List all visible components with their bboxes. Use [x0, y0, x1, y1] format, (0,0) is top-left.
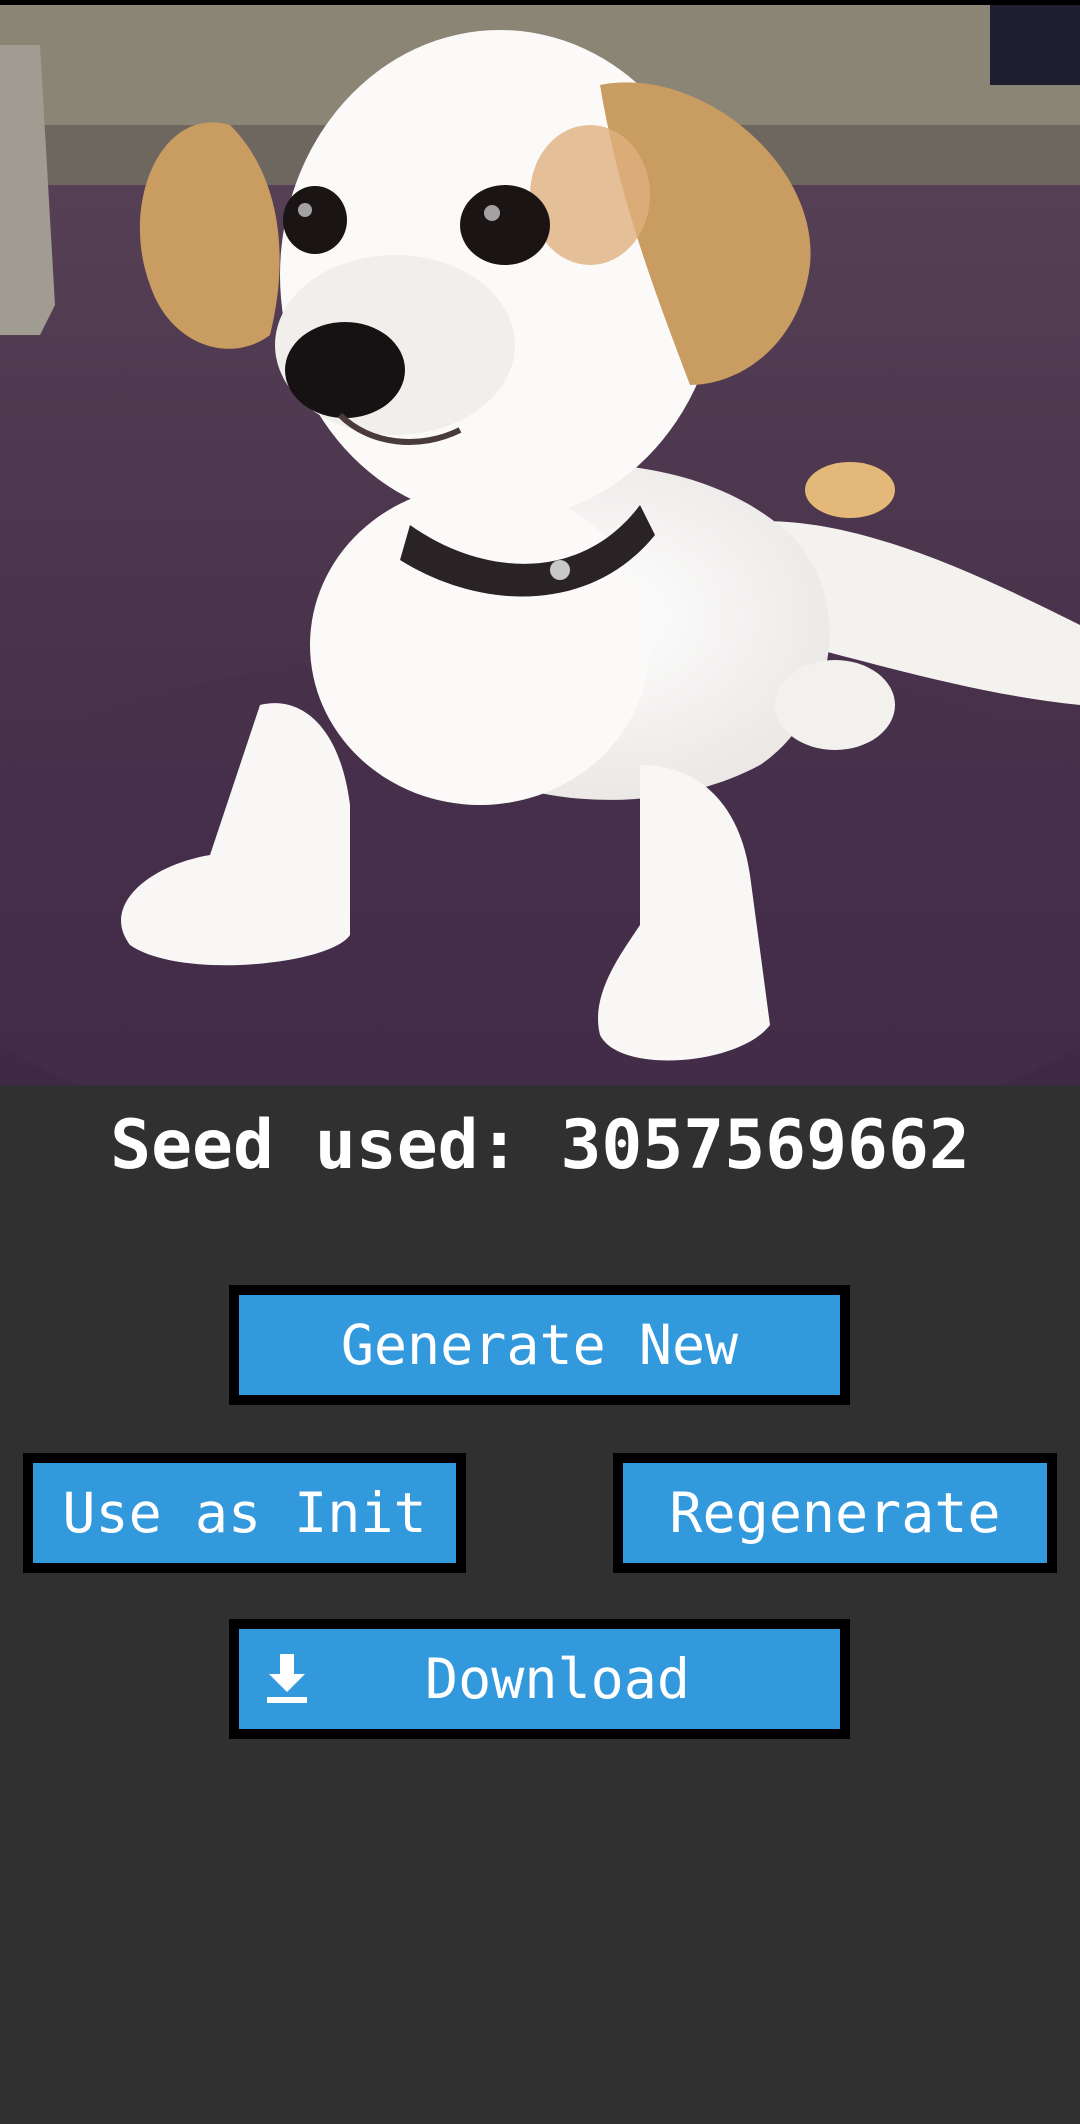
- download-icon: [267, 1654, 307, 1703]
- regenerate-button[interactable]: Regenerate: [613, 1453, 1057, 1573]
- generated-image: [0, 5, 1080, 1085]
- generate-new-button[interactable]: Generate New: [229, 1285, 850, 1405]
- download-label: Download: [425, 1647, 690, 1711]
- puppy-image: [0, 5, 1080, 1085]
- use-as-init-button[interactable]: Use as Init: [23, 1453, 466, 1573]
- seed-text: Seed used: 3057569662: [110, 1106, 970, 1185]
- download-button[interactable]: Download: [229, 1619, 850, 1739]
